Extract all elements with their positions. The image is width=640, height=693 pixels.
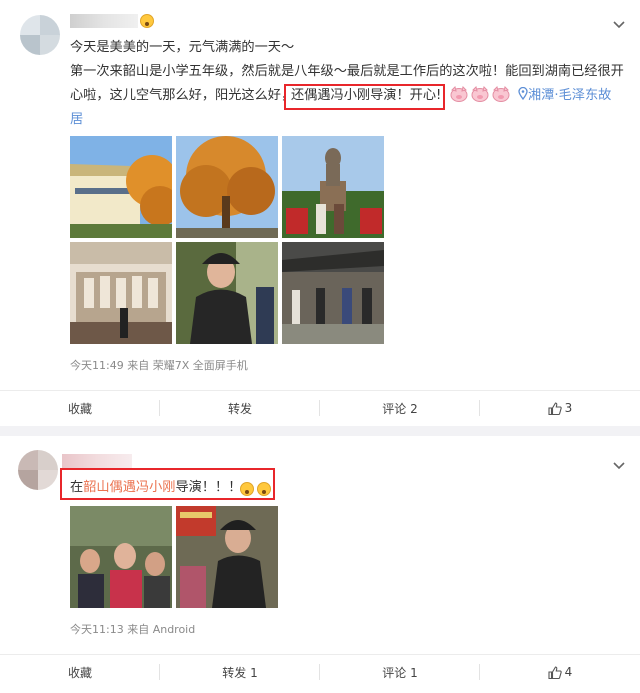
repost-label: 转发: [227, 401, 252, 416]
collect-label: 收藏: [67, 665, 92, 680]
username-blurred[interactable]: [70, 14, 138, 28]
pig-face-emoji: [450, 86, 468, 102]
post-text-line-1: 今天是美美的一天，元气满满的一天～: [70, 40, 295, 55]
like-button[interactable]: 4: [480, 654, 640, 690]
chevron-down-icon[interactable]: [612, 20, 626, 30]
photo-man-in-cap[interactable]: [176, 242, 278, 344]
avatar[interactable]: [20, 15, 60, 55]
emoji-icon: [140, 14, 154, 28]
photo-crowd[interactable]: [70, 506, 172, 608]
like-count: 3: [564, 401, 573, 415]
pig-face-emoji: [492, 86, 510, 102]
weibo-post-2: 在韶山偶遇冯小刚导演！！！ 今天11:13 来自 Android 收藏 转发 1…: [0, 436, 640, 693]
photo-man-in-crowd[interactable]: [176, 506, 278, 608]
post-text-line-2: 第一次来韶山是小学五年级，然后就是八年级～最后就是工作后的这次啦！能回到湖南已经…: [70, 64, 624, 79]
post-meta: 今天11:13 来自 Android: [70, 623, 196, 636]
repost-button[interactable]: 转发: [160, 390, 320, 426]
post-meta: 今天11:49 来自 荣耀7X 全面屏手机: [70, 359, 248, 372]
location-link[interactable]: 湘潭·毛泽东故: [518, 85, 611, 107]
red-highlight-box: [284, 84, 445, 110]
collect-button[interactable]: 收藏: [0, 390, 160, 426]
post-text-plain: 心啦，这儿空气那么好，阳光这么好，: [70, 88, 295, 103]
photo-building-autumn-tree[interactable]: [70, 136, 172, 238]
username-blurred[interactable]: [62, 454, 132, 468]
photo-group-at-house[interactable]: [282, 242, 384, 344]
red-highlight-box: [60, 468, 275, 500]
location-city[interactable]: 湘潭: [528, 88, 554, 103]
location-pin-icon: [518, 86, 528, 101]
pig-face-emoji: [471, 86, 489, 102]
photo-statue-with-people[interactable]: [282, 136, 384, 238]
weibo-post-1: 今天是美美的一天，元气满满的一天～ 第一次来韶山是小学五年级，然后就是八年级～最…: [0, 0, 640, 426]
like-button[interactable]: 3: [480, 390, 640, 426]
repost-button[interactable]: 转发 1: [160, 654, 320, 690]
location-place-cont[interactable]: 居: [70, 109, 83, 131]
photo-museum-sculpture[interactable]: [70, 242, 172, 344]
thumb-up-icon: [548, 401, 562, 415]
pig-emoji-row: [450, 85, 513, 107]
collect-button[interactable]: 收藏: [0, 654, 160, 690]
collect-label: 收藏: [67, 401, 92, 416]
comment-button[interactable]: 评论 2: [320, 390, 480, 426]
chevron-down-icon[interactable]: [612, 461, 626, 471]
photo-autumn-tree[interactable]: [176, 136, 278, 238]
post-text-line-3: 心啦，这儿空气那么好，阳光这么好，: [70, 85, 294, 107]
thumb-up-icon: [548, 665, 562, 679]
comment-label: 评论 1: [382, 665, 418, 680]
like-count: 4: [564, 665, 573, 679]
comment-label: 评论 2: [382, 401, 418, 416]
comment-button[interactable]: 评论 1: [320, 654, 480, 690]
location-place[interactable]: 毛泽东故: [559, 88, 612, 103]
avatar[interactable]: [18, 450, 58, 490]
repost-label: 转发 1: [222, 665, 258, 680]
